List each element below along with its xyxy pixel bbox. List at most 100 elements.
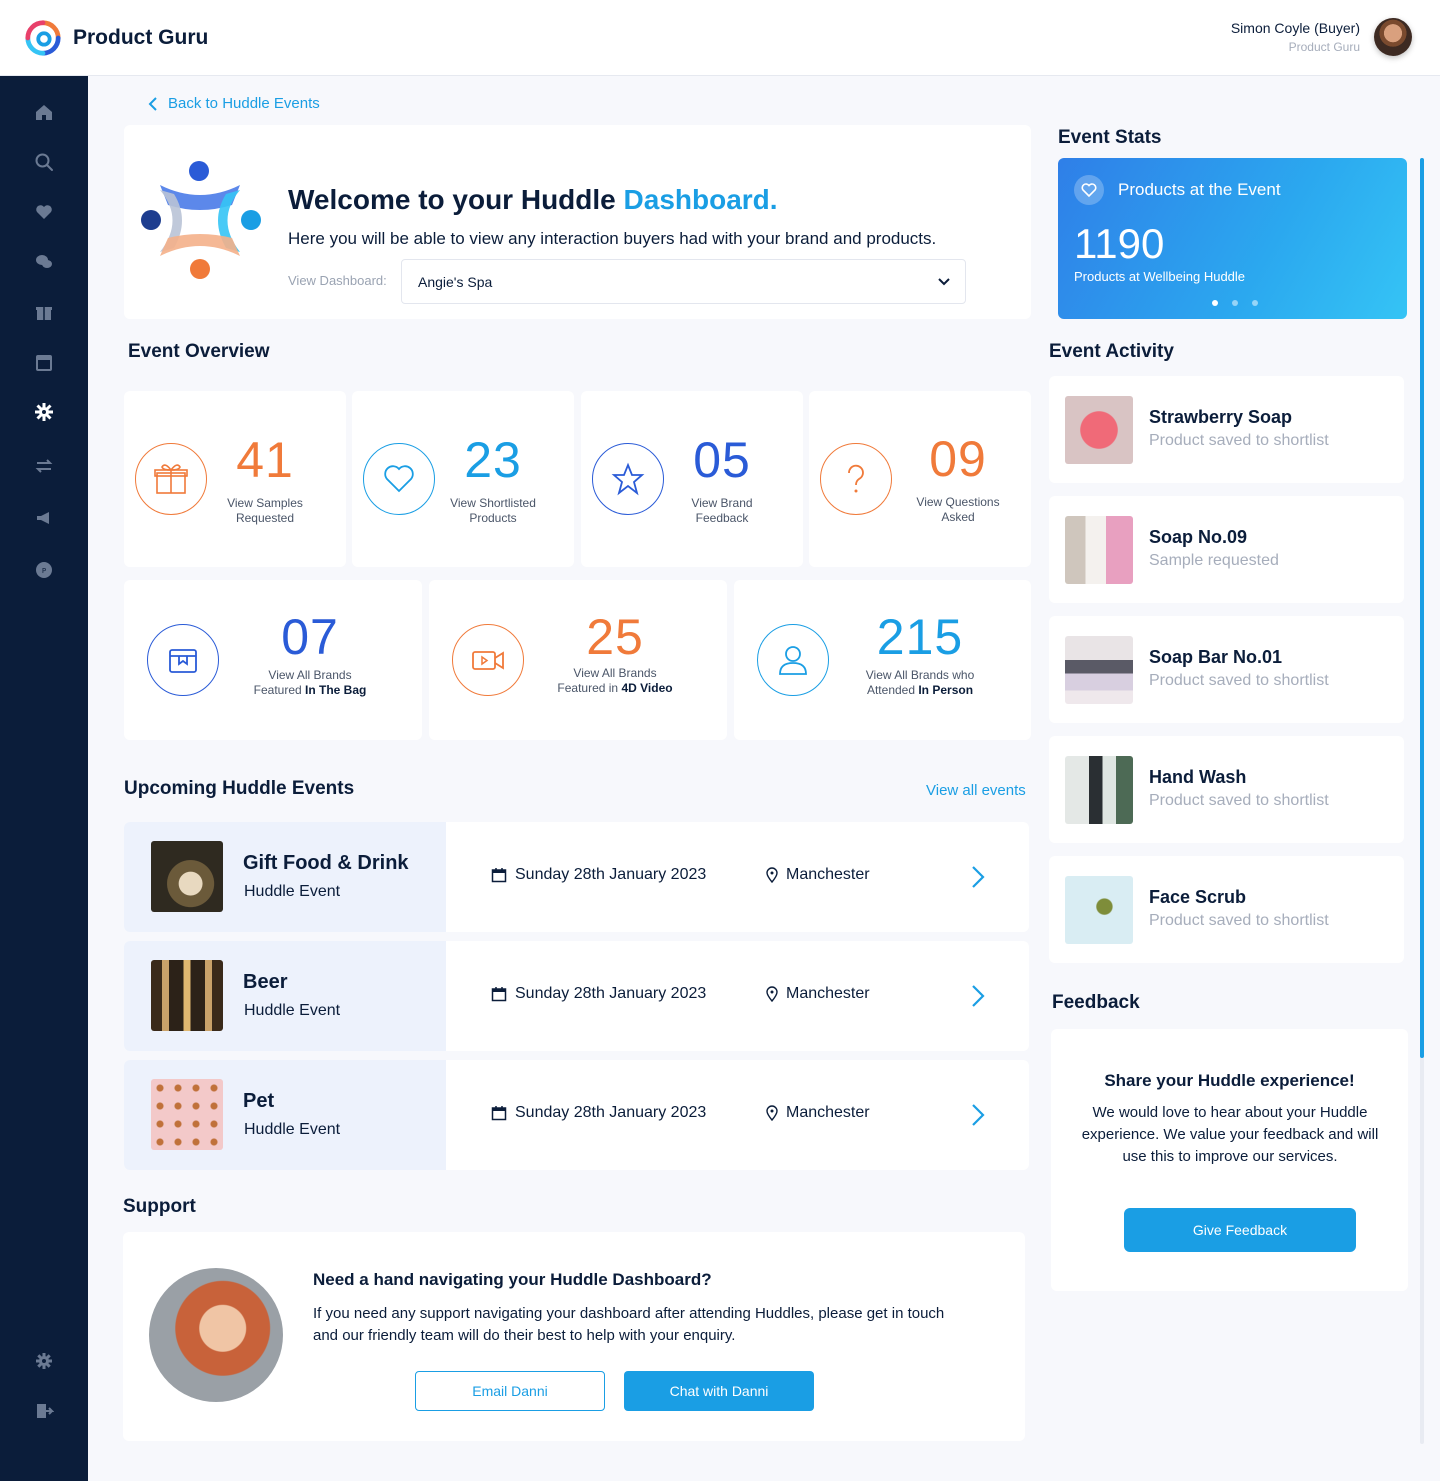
stat-value: 09 (929, 431, 987, 487)
stat-tile-in-person[interactable]: 215 View All Brands who Attended In Pers… (734, 580, 1031, 740)
event-stats-sub: Products at Wellbeing Huddle (1074, 269, 1246, 284)
heart-icon[interactable] (34, 202, 54, 222)
swap-icon[interactable] (34, 456, 54, 476)
stat-label: View Samples Requested (227, 496, 303, 525)
support-heading: Need a hand navigating your Huddle Dashb… (313, 1270, 712, 1289)
chevron-right-icon[interactable] (970, 865, 986, 889)
activity-desc: Product saved to shortlist (1149, 672, 1329, 689)
user-name: Simon Coyle (Buyer) (1230, 20, 1360, 36)
page-title-accent: Dashboard. (623, 184, 778, 215)
stat-value: 41 (236, 432, 294, 488)
event-name: Gift Food & Drink (243, 852, 409, 874)
stat-tile-shortlisted[interactable]: 23 View Shortlisted Products (352, 391, 574, 567)
event-date: Sunday 28th January 2023 (491, 866, 706, 884)
back-link[interactable]: Back to Huddle Events (146, 95, 320, 112)
stat-label-line-1: View All Brands who (865, 668, 975, 682)
event-location-text: Manchester (786, 866, 870, 883)
stat-tile-in-the-bag[interactable]: 07 View All Brands Featured In The Bag (124, 580, 422, 740)
event-stats-card[interactable]: Products at the Event 1190 Products at W… (1058, 158, 1407, 319)
event-summary: Beer Huddle Event (124, 941, 446, 1051)
view-all-events-link[interactable]: View all events (926, 782, 1026, 799)
activity-item[interactable]: Face Scrub Product saved to shortlist (1049, 856, 1404, 963)
activity-item[interactable]: Soap No.09 Sample requested (1049, 496, 1404, 603)
top-header: Product Guru Simon Coyle (Buyer) Product… (0, 0, 1440, 76)
support-text-line-1: If you need any support navigating your … (313, 1305, 945, 1322)
svg-text:P: P (42, 567, 46, 575)
event-row[interactable]: Gift Food & Drink Huddle Event Sunday 28… (124, 822, 1029, 932)
feedback-text: We would love to hear about your Huddle … (1081, 1104, 1379, 1165)
chevron-down-icon (938, 278, 950, 286)
email-button[interactable]: Email Danni (415, 1371, 605, 1411)
activity-item[interactable]: Strawberry Soap Product saved to shortli… (1049, 376, 1404, 483)
heart-icon (363, 443, 435, 515)
home-icon[interactable] (34, 102, 54, 122)
scrollbar-thumb[interactable] (1420, 158, 1424, 1058)
feedback-heading: Share your Huddle experience! (1104, 1071, 1355, 1090)
question-icon (820, 443, 892, 515)
dashboard-select-label: View Dashboard: (288, 273, 387, 288)
settings-icon[interactable] (34, 1351, 54, 1371)
activity-name: Strawberry Soap (1149, 407, 1293, 427)
event-thumbnail (151, 960, 223, 1031)
support-agent-photo (149, 1268, 283, 1402)
user-menu[interactable]: Simon Coyle (Buyer) Product Guru (1231, 18, 1412, 56)
brand[interactable]: Product Guru (24, 19, 208, 57)
event-row[interactable]: Beer Huddle Event Sunday 28th January 20… (124, 941, 1029, 1051)
chat-button[interactable]: Chat with Danni (624, 1371, 814, 1411)
event-summary: Pet Huddle Event (124, 1060, 446, 1170)
event-type: Huddle Event (244, 883, 341, 900)
user-org: Product Guru (1288, 40, 1360, 54)
activity-thumbnail (1065, 636, 1133, 704)
event-type: Huddle Event (244, 1121, 341, 1138)
stat-tile-feedback[interactable]: 05 View Brand Feedback (581, 391, 803, 567)
cog-icon[interactable] (34, 402, 54, 422)
stat-tile-4d-video[interactable]: 25 View All Brands Featured in 4D Video (429, 580, 727, 740)
logout-icon[interactable] (34, 1401, 54, 1421)
calendar-icon[interactable] (34, 352, 54, 372)
megaphone-icon[interactable] (34, 508, 54, 528)
give-feedback-button[interactable]: Give Feedback (1124, 1208, 1356, 1252)
event-location-text: Manchester (786, 1104, 870, 1121)
stat-label-line-2: Featured (253, 683, 306, 697)
stat-value: 05 (693, 432, 751, 488)
location-pin-icon (766, 1105, 778, 1121)
chevron-right-icon[interactable] (970, 1103, 986, 1127)
stat-tile-questions[interactable]: 09 View Questions Asked (809, 391, 1031, 567)
page-subtitle: Here you will be able to view any intera… (288, 229, 937, 248)
support-title: Support (123, 1196, 196, 1217)
gift-icon (135, 443, 207, 515)
event-row[interactable]: Pet Huddle Event Sunday 28th January 202… (124, 1060, 1029, 1170)
scrollbar[interactable] (1420, 158, 1424, 1444)
event-name: Beer (243, 971, 288, 993)
dashboard-select[interactable]: Angie's Spa (401, 259, 966, 304)
carousel-dots (1212, 300, 1272, 306)
stat-tile-samples[interactable]: 41 View Samples Requested (124, 391, 346, 567)
activity-name: Face Scrub (1149, 887, 1247, 907)
event-stats-title: Event Stats (1058, 127, 1162, 148)
feedback-title: Feedback (1052, 992, 1140, 1013)
stat-value: 23 (464, 432, 522, 488)
carousel-dot[interactable] (1252, 300, 1258, 306)
stat-label-line-1: View All Brands (268, 668, 352, 682)
carousel-dot[interactable] (1232, 300, 1238, 306)
event-location: Manchester (766, 866, 870, 884)
stat-label-bold: 4D Video (621, 681, 673, 695)
search-icon[interactable] (34, 152, 54, 172)
brand-name: Product Guru (73, 26, 209, 49)
badge-icon[interactable]: P (34, 560, 54, 580)
stat-label-bold: In Person (918, 683, 974, 697)
event-location-text: Manchester (786, 985, 870, 1002)
stat-label-line-1: View All Brands (573, 666, 657, 680)
activity-item[interactable]: Soap Bar No.01 Product saved to shortlis… (1049, 616, 1404, 723)
person-icon (757, 624, 829, 696)
stat-value: 215 (876, 609, 964, 665)
chat-icon[interactable] (34, 252, 54, 272)
brand-logo-icon (25, 20, 61, 56)
activity-item[interactable]: Hand Wash Product saved to shortlist (1049, 736, 1404, 843)
stat-label: View All Brands Featured in 4D Video (545, 666, 685, 696)
gift-icon[interactable] (34, 302, 54, 322)
avatar[interactable] (1374, 18, 1412, 56)
carousel-dot[interactable] (1212, 300, 1218, 306)
event-name: Pet (243, 1090, 275, 1112)
chevron-right-icon[interactable] (970, 984, 986, 1008)
